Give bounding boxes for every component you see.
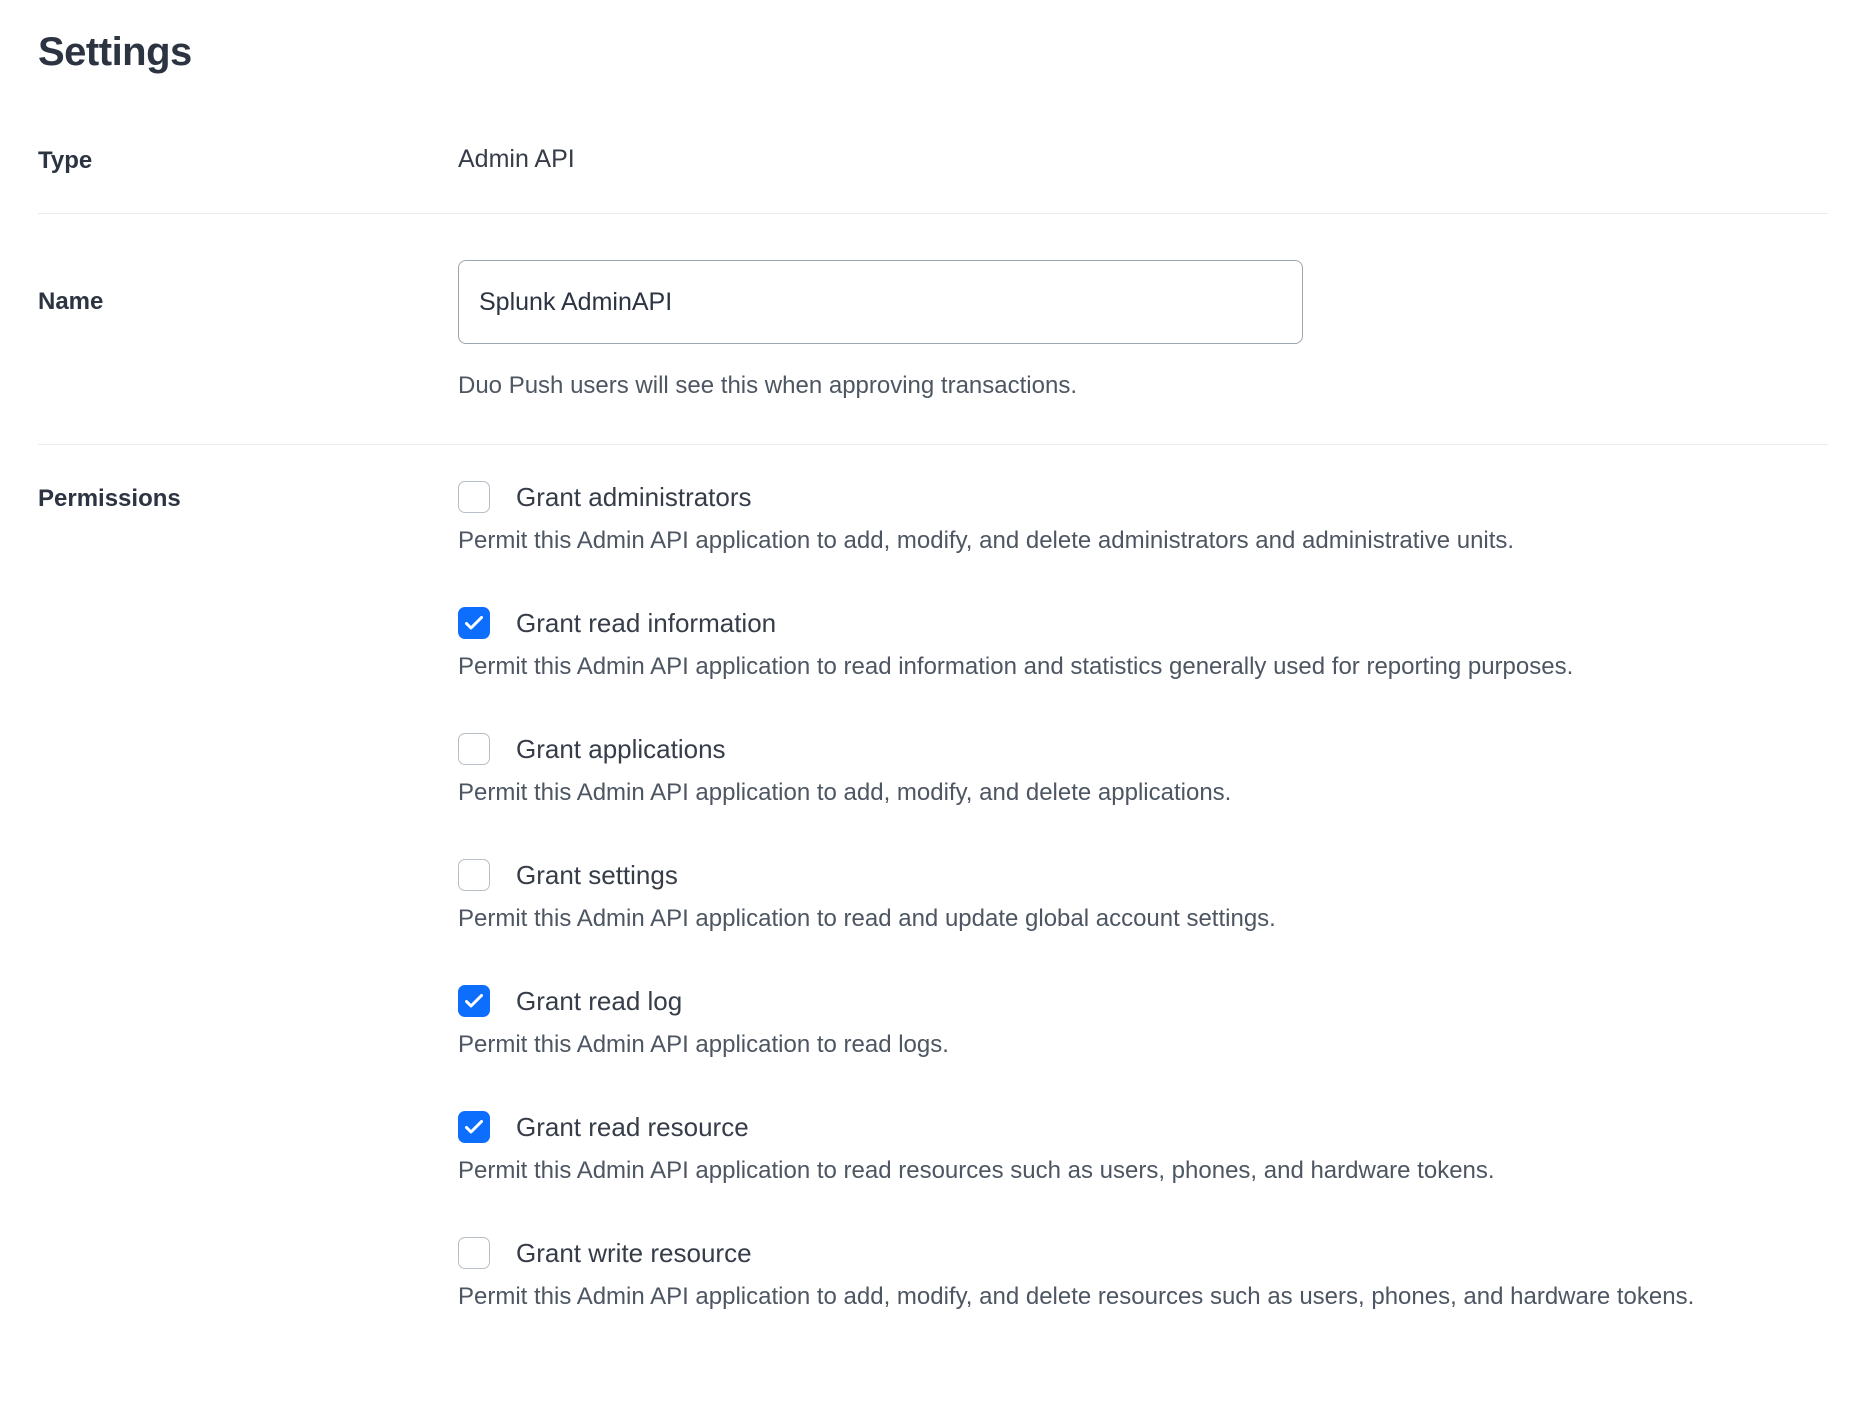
checkmark-icon: [465, 994, 483, 1008]
permission-description: Permit this Admin API application to add…: [458, 779, 1828, 807]
permission-header: Grant read resource: [458, 1111, 1828, 1143]
permission-description: Permit this Admin API application to rea…: [458, 1031, 1828, 1059]
type-row: Type Admin API: [38, 123, 1828, 214]
permission-item: Grant settings Permit this Admin API appl…: [458, 859, 1828, 933]
permissions-list: Grant administrators Permit this Admin AP…: [458, 481, 1828, 1311]
permission-label: Grant administrators: [516, 482, 752, 513]
permission-item: Grant applications Permit this Admin API …: [458, 733, 1828, 807]
type-label: Type: [38, 145, 458, 175]
permission-checkbox[interactable]: [458, 607, 490, 639]
page-title: Settings: [38, 30, 1828, 75]
name-value-col: Duo Push users will see this when approv…: [458, 260, 1828, 400]
permission-header: Grant read log: [458, 985, 1828, 1017]
permission-checkbox[interactable]: [458, 859, 490, 891]
permission-description: Permit this Admin API application to rea…: [458, 1157, 1828, 1185]
name-label: Name: [38, 260, 458, 316]
type-value: Admin API: [458, 145, 1828, 174]
permission-header: Grant administrators: [458, 481, 1828, 513]
permission-checkbox[interactable]: [458, 1111, 490, 1143]
checkmark-icon: [465, 1120, 483, 1134]
permission-description: Permit this Admin API application to rea…: [458, 653, 1828, 681]
settings-form: Type Admin API Name Duo Push users will …: [38, 123, 1828, 1337]
permission-description: Permit this Admin API application to add…: [458, 1283, 1828, 1311]
permission-label: Grant applications: [516, 734, 726, 765]
permission-label: Grant settings: [516, 860, 678, 891]
name-help-text: Duo Push users will see this when approv…: [458, 372, 1828, 400]
permission-checkbox[interactable]: [458, 733, 490, 765]
permission-item: Grant write resource Permit this Admin AP…: [458, 1237, 1828, 1311]
permission-checkbox[interactable]: [458, 1237, 490, 1269]
permission-header: Grant applications: [458, 733, 1828, 765]
permission-checkbox[interactable]: [458, 481, 490, 513]
permission-item: Grant read log Permit this Admin API appl…: [458, 985, 1828, 1059]
permission-header: Grant write resource: [458, 1237, 1828, 1269]
permission-description: Permit this Admin API application to add…: [458, 527, 1828, 555]
permissions-row: Permissions Grant administrators Permit t…: [38, 445, 1828, 1337]
name-row: Name Duo Push users will see this when a…: [38, 214, 1828, 445]
permission-label: Grant read information: [516, 608, 776, 639]
permission-item: Grant administrators Permit this Admin AP…: [458, 481, 1828, 555]
name-input[interactable]: [458, 260, 1303, 344]
checkmark-icon: [465, 616, 483, 630]
permission-checkbox[interactable]: [458, 985, 490, 1017]
permission-description: Permit this Admin API application to rea…: [458, 905, 1828, 933]
permission-item: Grant read resource Permit this Admin API…: [458, 1111, 1828, 1185]
permission-item: Grant read information Permit this Admin …: [458, 607, 1828, 681]
permission-label: Grant write resource: [516, 1238, 752, 1269]
permission-header: Grant read information: [458, 607, 1828, 639]
permission-label: Grant read log: [516, 986, 682, 1017]
permissions-value-col: Grant administrators Permit this Admin AP…: [458, 481, 1828, 1311]
permission-label: Grant read resource: [516, 1112, 749, 1143]
permissions-label: Permissions: [38, 481, 458, 513]
permission-header: Grant settings: [458, 859, 1828, 891]
